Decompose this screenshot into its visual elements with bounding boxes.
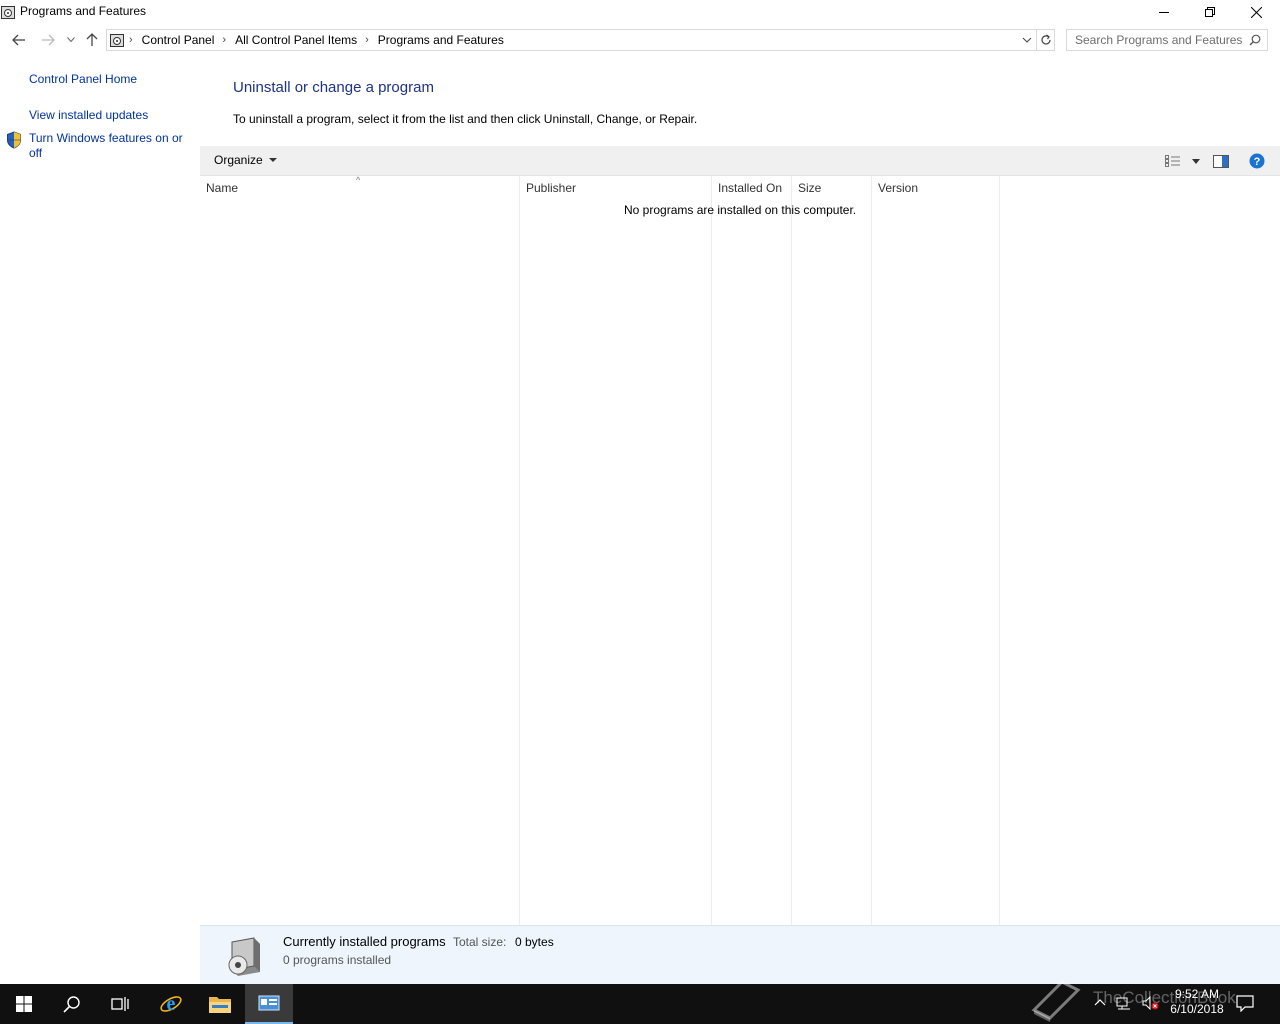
title-bar: Programs and Features [0, 0, 1280, 24]
search-icon [63, 996, 80, 1013]
forward-arrow-icon [42, 34, 55, 46]
system-tray [1094, 996, 1160, 1010]
back-button[interactable] [8, 29, 30, 51]
chevron-up-icon[interactable] [1094, 996, 1106, 1010]
internet-explorer-icon: e [160, 993, 182, 1015]
svg-text:?: ? [1254, 156, 1261, 168]
breadcrumb-programs-features[interactable]: Programs and Features [378, 33, 504, 47]
organize-label: Organize [214, 153, 263, 167]
task-view-button[interactable] [96, 984, 144, 1024]
clock-time: 9:52 AM [1174, 987, 1220, 1001]
column-header-installed-on[interactable]: Installed On [718, 181, 782, 195]
program-list[interactable]: ^ Name Publisher Installed On Size Versi… [200, 175, 1280, 925]
programs-features-icon [1, 6, 15, 19]
total-size-label: Total size: [453, 935, 507, 949]
preview-pane-button[interactable] [1212, 152, 1230, 170]
up-button[interactable] [81, 29, 103, 51]
search-placeholder: Search Programs and Features [1075, 33, 1243, 47]
column-divider[interactable] [519, 176, 520, 925]
internet-explorer-button[interactable]: e [147, 984, 195, 1024]
windows-logo-icon [16, 996, 32, 1012]
system-clock[interactable]: 9:52 AM 6/10/2018 [1160, 987, 1234, 1017]
total-size-value: 0 bytes [515, 935, 554, 949]
control-panel-home-link[interactable]: Control Panel Home [29, 72, 137, 87]
file-explorer-button[interactable] [196, 984, 244, 1024]
column-header-version[interactable]: Version [878, 181, 918, 195]
change-view-button[interactable] [1164, 152, 1182, 170]
command-bar: Organize ? [200, 146, 1280, 176]
folder-icon [209, 997, 231, 1013]
organize-button[interactable]: Organize [214, 153, 277, 167]
back-arrow-icon [12, 34, 25, 46]
minimize-button[interactable] [1141, 0, 1187, 24]
page-title: Uninstall or change a program [233, 79, 434, 96]
refresh-button[interactable] [1037, 29, 1055, 51]
address-dropdown-icon[interactable] [1021, 34, 1033, 46]
left-pane: Control Panel Home View installed update… [0, 54, 200, 984]
close-button[interactable] [1233, 0, 1279, 24]
help-button[interactable]: ? [1248, 152, 1266, 170]
control-panel-icon [110, 34, 124, 47]
control-panel-taskbar-button[interactable] [245, 984, 293, 1024]
svg-text:e: e [167, 993, 176, 1015]
empty-list-message: No programs are installed on this comput… [624, 203, 857, 217]
page-instructions: To uninstall a program, select it from t… [233, 112, 698, 126]
minimize-icon [1159, 12, 1169, 13]
breadcrumb: › Control Panel › All Control Panel Item… [129, 33, 504, 47]
sort-ascending-icon: ^ [356, 175, 361, 185]
network-icon[interactable] [1116, 996, 1132, 1010]
view-options-dropdown[interactable] [1190, 152, 1202, 170]
breadcrumb-separator[interactable]: › [129, 34, 133, 46]
installed-programs-icon [228, 937, 260, 976]
volume-muted-icon[interactable] [1142, 996, 1160, 1010]
chevron-down-icon [67, 37, 75, 43]
details-view-icon [1165, 155, 1180, 167]
shield-icon [7, 131, 21, 149]
window-title: Programs and Features [20, 4, 147, 18]
column-header-size[interactable]: Size [798, 181, 821, 195]
refresh-icon [1040, 34, 1051, 45]
taskbar: e TheCollectionBook 9:52 AM 6/10/2018 [0, 980, 1280, 1024]
notification-icon[interactable] [1236, 994, 1254, 1012]
forward-button[interactable] [37, 29, 59, 51]
navigation-bar: › Control Panel › All Control Panel Item… [0, 26, 1280, 54]
search-taskbar-button[interactable] [48, 984, 96, 1024]
start-button[interactable] [0, 984, 48, 1024]
help-icon: ? [1249, 153, 1265, 169]
clock-date: 6/10/2018 [1170, 1002, 1224, 1016]
column-divider[interactable] [999, 176, 1000, 925]
caret-down-icon [1192, 158, 1200, 164]
breadcrumb-control-panel[interactable]: Control Panel [142, 33, 215, 47]
book-watermark-icon [1031, 980, 1081, 1022]
search-box[interactable]: Search Programs and Features [1066, 29, 1268, 51]
control-panel-icon [258, 995, 280, 1011]
restore-button[interactable] [1187, 0, 1233, 24]
task-view-icon [111, 997, 129, 1011]
preview-pane-icon [1213, 154, 1229, 168]
restore-icon [1205, 7, 1215, 17]
search-icon[interactable] [1249, 34, 1261, 46]
breadcrumb-all-items[interactable]: All Control Panel Items [235, 33, 357, 47]
breadcrumb-separator[interactable]: › [365, 34, 369, 46]
column-header-publisher[interactable]: Publisher [526, 181, 576, 195]
details-title: Currently installed programs [283, 934, 446, 949]
column-divider[interactable] [711, 176, 712, 925]
view-installed-updates-link[interactable]: View installed updates [29, 108, 148, 123]
program-count: 0 programs installed [283, 953, 392, 967]
recent-locations-button[interactable] [61, 29, 81, 51]
column-header-name[interactable]: Name [206, 181, 238, 195]
caret-down-icon [268, 158, 277, 162]
column-divider[interactable] [791, 176, 792, 925]
breadcrumb-separator[interactable]: › [222, 34, 226, 46]
windows-features-link[interactable]: Turn Windows features on or off [29, 131, 189, 161]
address-bar[interactable]: › Control Panel › All Control Panel Item… [106, 29, 1037, 51]
details-pane: Currently installed programs Total size:… [200, 925, 1280, 984]
up-arrow-icon [86, 33, 98, 46]
column-divider[interactable] [871, 176, 872, 925]
close-icon [1250, 6, 1262, 18]
